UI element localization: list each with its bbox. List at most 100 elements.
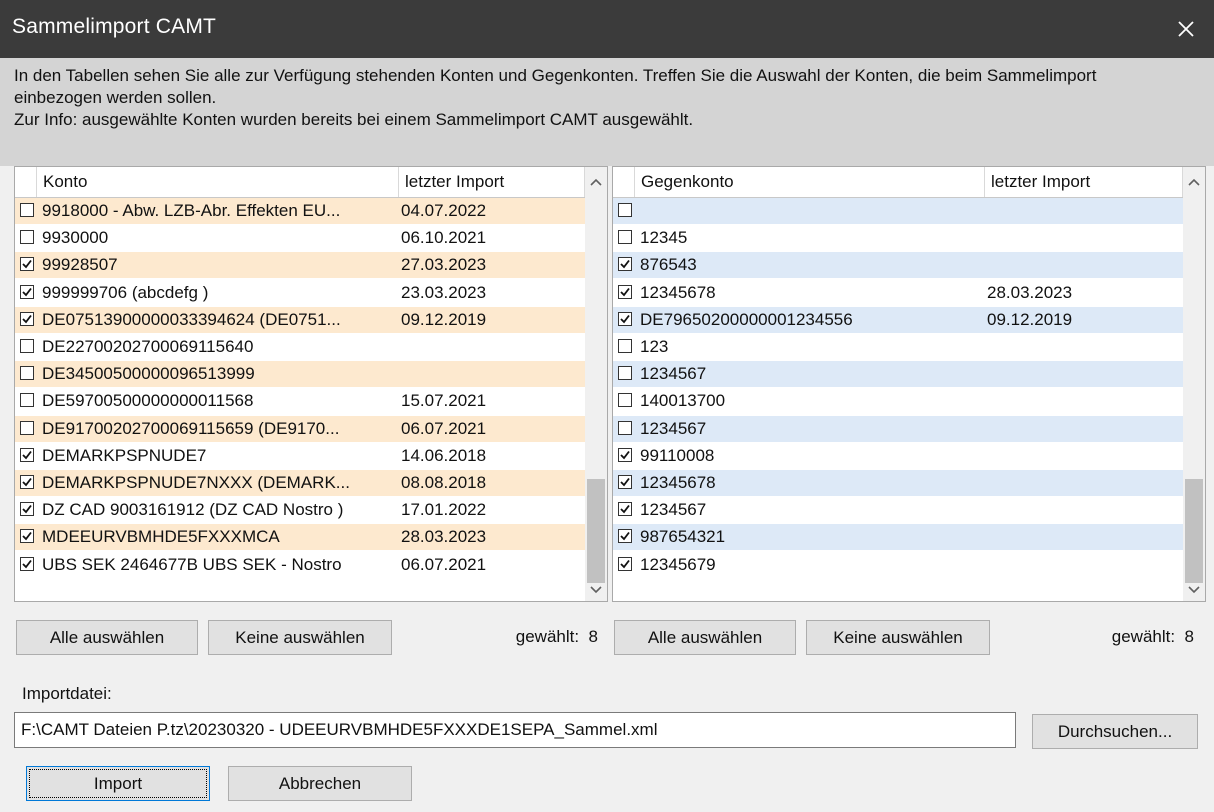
- table-row[interactable]: 123: [613, 334, 1183, 360]
- table-row[interactable]: UBS SEK 2464677B UBS SEK - Nostro 06.07.2…: [15, 552, 585, 578]
- row-checkbox[interactable]: [618, 339, 632, 353]
- table-row[interactable]: 1234567: [613, 361, 1183, 388]
- row-checkbox[interactable]: [20, 366, 34, 381]
- account-cell: DE79650200000001234556: [640, 309, 853, 329]
- table-row[interactable]: 1234567: [613, 415, 1183, 442]
- row-checkbox[interactable]: [20, 393, 34, 408]
- account-cell: 12345679: [640, 554, 716, 574]
- row-checkbox[interactable]: [20, 475, 34, 489]
- import-file-path-input[interactable]: F:\CAMT Dateien P.tz\20230320 - UDEEURVB…: [14, 712, 1016, 748]
- table-row[interactable]: DE22700202700069115640: [15, 334, 585, 360]
- account-cell: DE22700202700069115640: [42, 337, 254, 356]
- checkmark-icon: [620, 260, 630, 269]
- table-row[interactable]: DE07513900000033394624 (DE0751... 09.12.2…: [15, 306, 585, 333]
- table-row[interactable]: 12345: [613, 225, 1183, 251]
- checkmark-icon: [22, 505, 32, 514]
- scroll-up-button[interactable]: [585, 171, 607, 193]
- accounts-table-scrollbar[interactable]: [585, 167, 607, 601]
- row-checkbox[interactable]: [20, 284, 34, 299]
- row-checkbox[interactable]: [20, 311, 34, 326]
- header-last-import[interactable]: letzter Import: [399, 167, 585, 197]
- checkmark-icon: [620, 505, 630, 514]
- import-button[interactable]: Import: [26, 766, 210, 801]
- header-checkbox-column: [15, 167, 37, 197]
- left-select-all-button[interactable]: Alle auswählen: [16, 620, 198, 655]
- browse-button[interactable]: Durchsuchen...: [1032, 714, 1198, 749]
- table-row[interactable]: DE79650200000001234556 09.12.2019: [613, 306, 1183, 333]
- checkmark-icon: [620, 314, 630, 324]
- right-select-none-button[interactable]: Keine auswählen: [806, 620, 990, 655]
- info-text-line1: In den Tabellen sehen Sie alle zur Verfü…: [14, 66, 1097, 85]
- chevron-up-icon: [1188, 178, 1200, 186]
- table-row[interactable]: MDEEURVBMHDE5FXXXMCA 28.03.2023: [15, 524, 585, 551]
- table-row[interactable]: DZ CAD 9003161912 (DZ CAD Nostro ) 17.01.…: [15, 497, 585, 523]
- row-checkbox[interactable]: [618, 311, 632, 326]
- scroll-down-button[interactable]: [1183, 579, 1205, 601]
- row-checkbox[interactable]: [20, 556, 34, 571]
- row-checkbox[interactable]: [618, 366, 632, 381]
- row-checkbox[interactable]: [20, 203, 34, 217]
- table-row[interactable]: 99110008: [613, 443, 1183, 469]
- table-row[interactable]: DE59700500000000011568 15.07.2021: [15, 388, 585, 414]
- counter-accounts-table[interactable]: Gegenkonto letzter Import 12345 876543 123…: [612, 166, 1206, 602]
- account-cell: MDEEURVBMHDE5FXXXMCA: [42, 527, 280, 547]
- header-last-import[interactable]: letzter Import: [985, 167, 1183, 197]
- scroll-thumb[interactable]: [587, 479, 605, 583]
- row-checkbox[interactable]: [618, 203, 632, 217]
- row-checkbox[interactable]: [618, 257, 632, 272]
- row-checkbox[interactable]: [20, 230, 34, 245]
- table-row[interactable]: 12345679: [613, 552, 1183, 578]
- header-counter-account[interactable]: Gegenkonto: [635, 167, 985, 197]
- right-select-all-button[interactable]: Alle auswählen: [614, 620, 796, 655]
- accounts-table[interactable]: Konto letzter Import 9918000 - Abw. LZB-…: [14, 166, 608, 602]
- header-account[interactable]: Konto: [37, 167, 399, 197]
- table-row[interactable]: 876543: [613, 252, 1183, 279]
- table-row[interactable]: DE34500500000096513999: [15, 361, 585, 388]
- table-row[interactable]: DEMARKPSPNUDE7NXXX (DEMARK... 08.08.2018: [15, 470, 585, 496]
- row-checkbox[interactable]: [618, 529, 632, 544]
- row-checkbox[interactable]: [618, 284, 632, 299]
- row-checkbox[interactable]: [20, 529, 34, 544]
- close-button[interactable]: [1158, 0, 1214, 58]
- dialog-window: Sammelimport CAMT In den Tabellen sehen …: [0, 0, 1214, 812]
- row-checkbox[interactable]: [20, 257, 34, 272]
- info-panel: In den Tabellen sehen Sie alle zur Verfü…: [0, 58, 1214, 166]
- row-checkbox[interactable]: [618, 420, 632, 435]
- table-row[interactable]: 12345678 28.03.2023: [613, 280, 1183, 306]
- account-cell: 12345: [640, 228, 688, 248]
- account-cell: DEMARKPSPNUDE7: [42, 445, 207, 465]
- row-checkbox[interactable]: [618, 393, 632, 408]
- table-row[interactable]: DE91700202700069115659 (DE9170... 06.07.2…: [15, 415, 585, 442]
- row-checkbox[interactable]: [618, 475, 632, 489]
- counter-accounts-table-scrollbar[interactable]: [1183, 167, 1205, 601]
- account-cell: [640, 198, 985, 224]
- left-select-none-button[interactable]: Keine auswählen: [208, 620, 392, 655]
- row-checkbox[interactable]: [618, 230, 632, 245]
- table-row[interactable]: 12345678: [613, 470, 1183, 496]
- scroll-up-button[interactable]: [1183, 171, 1205, 193]
- table-row[interactable]: [613, 198, 1183, 224]
- table-row[interactable]: 9930000 06.10.2021: [15, 225, 585, 251]
- last-import-cell: 06.10.2021: [401, 228, 487, 248]
- row-checkbox[interactable]: [618, 447, 632, 462]
- account-cell: 12345678: [640, 473, 716, 492]
- table-row[interactable]: 987654321: [613, 524, 1183, 551]
- table-row[interactable]: 140013700: [613, 388, 1183, 414]
- table-row[interactable]: 1234567: [613, 497, 1183, 523]
- table-row[interactable]: 99928507 27.03.2023: [15, 252, 585, 279]
- table-row[interactable]: 999999706 (abcdefg ) 23.03.2023: [15, 280, 585, 306]
- row-checkbox[interactable]: [618, 556, 632, 571]
- cancel-button[interactable]: Abbrechen: [228, 766, 412, 801]
- chevron-down-icon: [1188, 586, 1200, 594]
- account-cell: 987654321: [640, 527, 726, 547]
- row-checkbox[interactable]: [20, 447, 34, 462]
- row-checkbox[interactable]: [20, 420, 34, 435]
- row-checkbox[interactable]: [20, 502, 34, 517]
- checkmark-icon: [22, 532, 32, 541]
- table-row[interactable]: 9918000 - Abw. LZB-Abr. Effekten EU... 04…: [15, 198, 585, 224]
- table-row[interactable]: DEMARKPSPNUDE7 14.06.2018: [15, 443, 585, 469]
- scroll-down-button[interactable]: [585, 579, 607, 601]
- row-checkbox[interactable]: [618, 502, 632, 517]
- row-checkbox[interactable]: [20, 339, 34, 353]
- scroll-thumb[interactable]: [1185, 479, 1203, 583]
